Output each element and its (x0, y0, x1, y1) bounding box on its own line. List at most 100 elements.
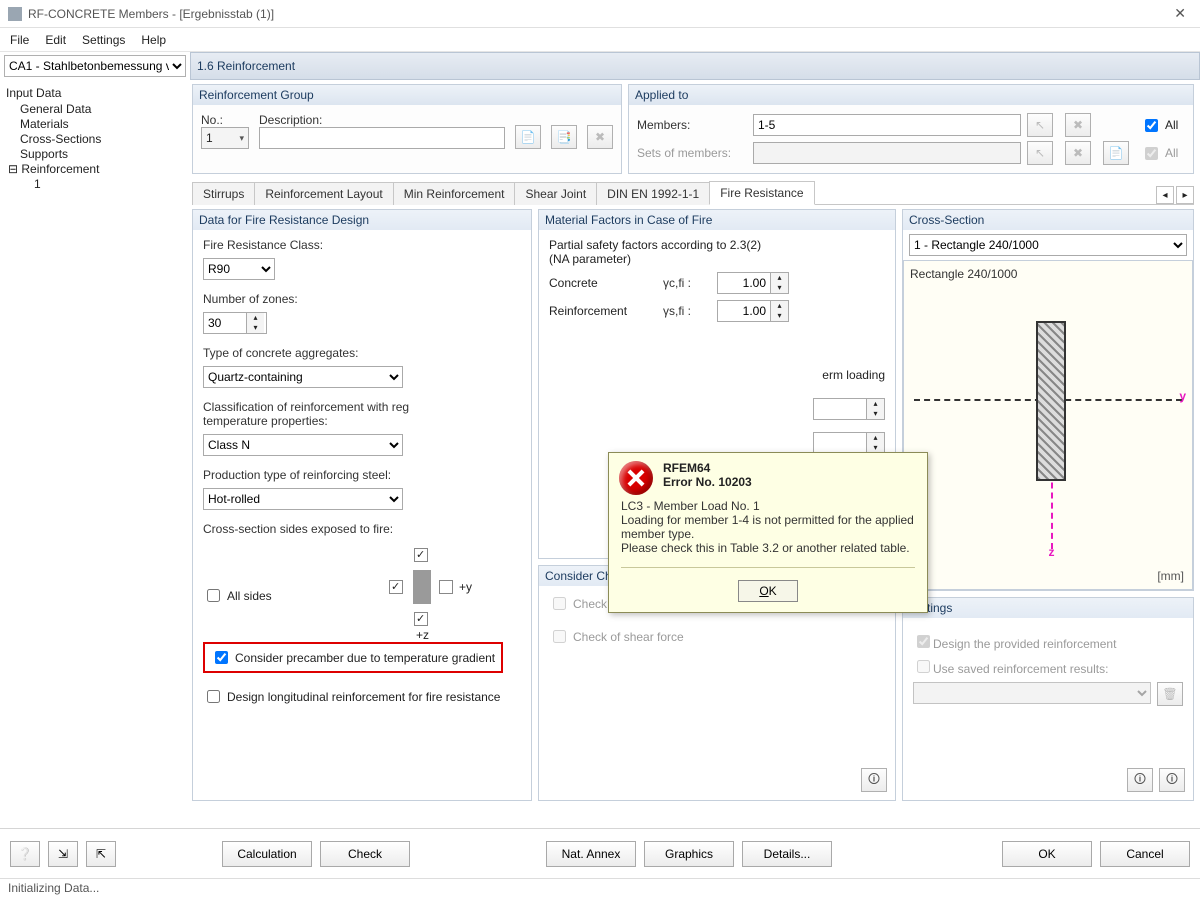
tab-fire-resistance[interactable]: Fire Resistance (709, 181, 814, 205)
pick-sets-button: ↖ (1027, 141, 1053, 165)
allsides-checkbox[interactable]: All sides (203, 586, 272, 605)
applied-to-header: Applied to (629, 85, 1193, 105)
expose-right-checkbox[interactable] (439, 580, 453, 594)
export-button[interactable]: ⇱ (86, 841, 116, 867)
delete-saved-button: 🗑 (1157, 682, 1183, 706)
tree-reinforcement[interactable]: ⊟ Reinforcement (20, 162, 184, 176)
partial-safety-label-2: (NA parameter) (549, 252, 885, 266)
tree-materials[interactable]: Materials (20, 117, 184, 131)
info-button[interactable]: 🛈 (861, 768, 887, 792)
gamma-cfi-label: γc,fi : (663, 276, 713, 290)
members-all-checkbox[interactable]: All (1141, 116, 1185, 135)
menu-settings[interactable]: Settings (82, 33, 125, 47)
tabs-scroll-right[interactable]: ▸ (1176, 186, 1194, 204)
case-selector[interactable]: CA1 - Stahlbetonbemessung vo (4, 55, 186, 77)
status-bar: Initializing Data... (0, 878, 1200, 900)
error-line2: Loading for member 1-4 is not permitted … (621, 513, 915, 541)
error-line1: LC3 - Member Load No. 1 (621, 499, 915, 513)
menu-edit[interactable]: Edit (45, 33, 66, 47)
sets-all-checkbox: All (1141, 144, 1185, 163)
fire-class-label: Fire Resistance Class: (203, 238, 521, 252)
details-button[interactable]: Details... (742, 841, 832, 867)
gamma-sfi-input[interactable]: ▴▾ (717, 300, 789, 322)
menu-file[interactable]: File (10, 33, 29, 47)
pick-members-button[interactable]: ↖ (1027, 113, 1053, 137)
clear-sets-button: ✖ (1065, 141, 1091, 165)
settings-info2-button[interactable]: 🛈 (1159, 768, 1185, 792)
tree-general-data[interactable]: General Data (20, 102, 184, 116)
expose-top-checkbox[interactable] (414, 548, 428, 562)
calculation-button[interactable]: Calculation (222, 841, 312, 867)
tree-input-data[interactable]: Input Data (6, 86, 184, 100)
footer-bar: ❔ ⇲ ⇱ Calculation Check Nat. Annex Graph… (0, 828, 1200, 878)
ok-button[interactable]: OK (1002, 841, 1092, 867)
settings-info1-button[interactable]: 🛈 (1127, 768, 1153, 792)
tabs-scroll-left[interactable]: ◂ (1156, 186, 1174, 204)
design-provided-checkbox: Design the provided reinforcement (913, 632, 1183, 651)
desc-label: Description: (259, 113, 505, 127)
hidden-spinner-1[interactable]: ▴▾ (813, 398, 885, 420)
tab-min-reinf[interactable]: Min Reinforcement (393, 182, 516, 205)
error-app: RFEM64 (663, 461, 752, 475)
help-button[interactable]: ❔ (10, 841, 40, 867)
unit-label: [mm] (1157, 569, 1184, 583)
cancel-button[interactable]: Cancel (1100, 841, 1190, 867)
cross-section-icon (413, 570, 431, 604)
tab-shear-joint[interactable]: Shear Joint (514, 182, 597, 205)
members-input[interactable] (753, 114, 1021, 136)
delete-group-button[interactable]: ✖ (587, 125, 613, 149)
no-select[interactable]: 1▾ (201, 127, 249, 149)
cross-section-name: Rectangle 240/1000 (910, 267, 1186, 281)
cross-section-select[interactable]: 1 - Rectangle 240/1000 (909, 234, 1187, 256)
tab-din-en[interactable]: DIN EN 1992-1-1 (596, 182, 710, 205)
saved-results-select (913, 682, 1151, 704)
expose-left-checkbox[interactable] (389, 580, 403, 594)
error-ok-button[interactable]: OK (738, 580, 798, 602)
section-rect-icon (1036, 321, 1066, 481)
tree-cross-sections[interactable]: Cross-Sections (20, 132, 184, 146)
app-icon (8, 7, 22, 21)
gamma-cfi-input[interactable]: ▴▾ (717, 272, 789, 294)
description-input[interactable] (259, 127, 505, 149)
plus-z-label: +z (416, 628, 429, 642)
exposed-label: Cross-section sides exposed to fire: (203, 522, 521, 536)
production-select[interactable]: Hot-rolled (203, 488, 403, 510)
axis-y-label: y (1179, 389, 1186, 403)
cross-section-header: Cross-Section (903, 210, 1193, 230)
precamber-checkbox[interactable]: Consider precamber due to temperature gr… (211, 648, 495, 667)
new-group-button[interactable]: 📄 (515, 125, 541, 149)
design-longitudinal-checkbox[interactable]: Design longitudinal reinforcement for fi… (203, 687, 500, 706)
copy-group-button[interactable]: 📑 (551, 125, 577, 149)
reinforcement-group-header: Reinforcement Group (193, 85, 621, 105)
classification-label-2: temperature properties: (203, 414, 521, 428)
zones-stepper[interactable]: ▴▾ (203, 312, 267, 334)
applied-to-panel: Applied to Members: ↖ ✖ All Sets of memb… (628, 84, 1194, 174)
tabstrip: Stirrups Reinforcement Layout Min Reinfo… (192, 180, 1194, 205)
menu-help[interactable]: Help (141, 33, 166, 47)
fire-class-select[interactable]: R90 (203, 258, 275, 280)
hidden-spinner-2[interactable]: ▴▾ (813, 432, 885, 454)
tab-reinf-layout[interactable]: Reinforcement Layout (254, 182, 393, 205)
clear-members-button[interactable]: ✖ (1065, 113, 1091, 137)
error-number: Error No. 10203 (663, 475, 752, 489)
import-button[interactable]: ⇲ (48, 841, 78, 867)
expose-bottom-checkbox[interactable] (414, 612, 428, 626)
tree-supports[interactable]: Supports (20, 147, 184, 161)
tree-reinf-1[interactable]: 1 (34, 177, 184, 191)
material-factors-header: Material Factors in Case of Fire (539, 210, 895, 230)
check-button[interactable]: Check (320, 841, 410, 867)
zones-label: Number of zones: (203, 292, 521, 306)
nat-annex-button[interactable]: Nat. Annex (546, 841, 636, 867)
production-label: Production type of reinforcing steel: (203, 468, 521, 482)
cross-section-preview: Rectangle 240/1000 y z [mm] (903, 260, 1193, 590)
precamber-highlight: Consider precamber due to temperature gr… (203, 642, 503, 673)
classification-select[interactable]: Class N (203, 434, 403, 456)
check-shear-checkbox: Check of shear force (549, 627, 684, 646)
sets-label: Sets of members: (637, 146, 747, 160)
aggregates-select[interactable]: Quartz-containing (203, 366, 403, 388)
new-set-button: 📄 (1103, 141, 1129, 165)
graphics-button[interactable]: Graphics (644, 841, 734, 867)
tab-stirrups[interactable]: Stirrups (192, 182, 255, 205)
error-line3: Please check this in Table 3.2 or anothe… (621, 541, 915, 555)
close-icon[interactable]: ✕ (1168, 5, 1192, 22)
